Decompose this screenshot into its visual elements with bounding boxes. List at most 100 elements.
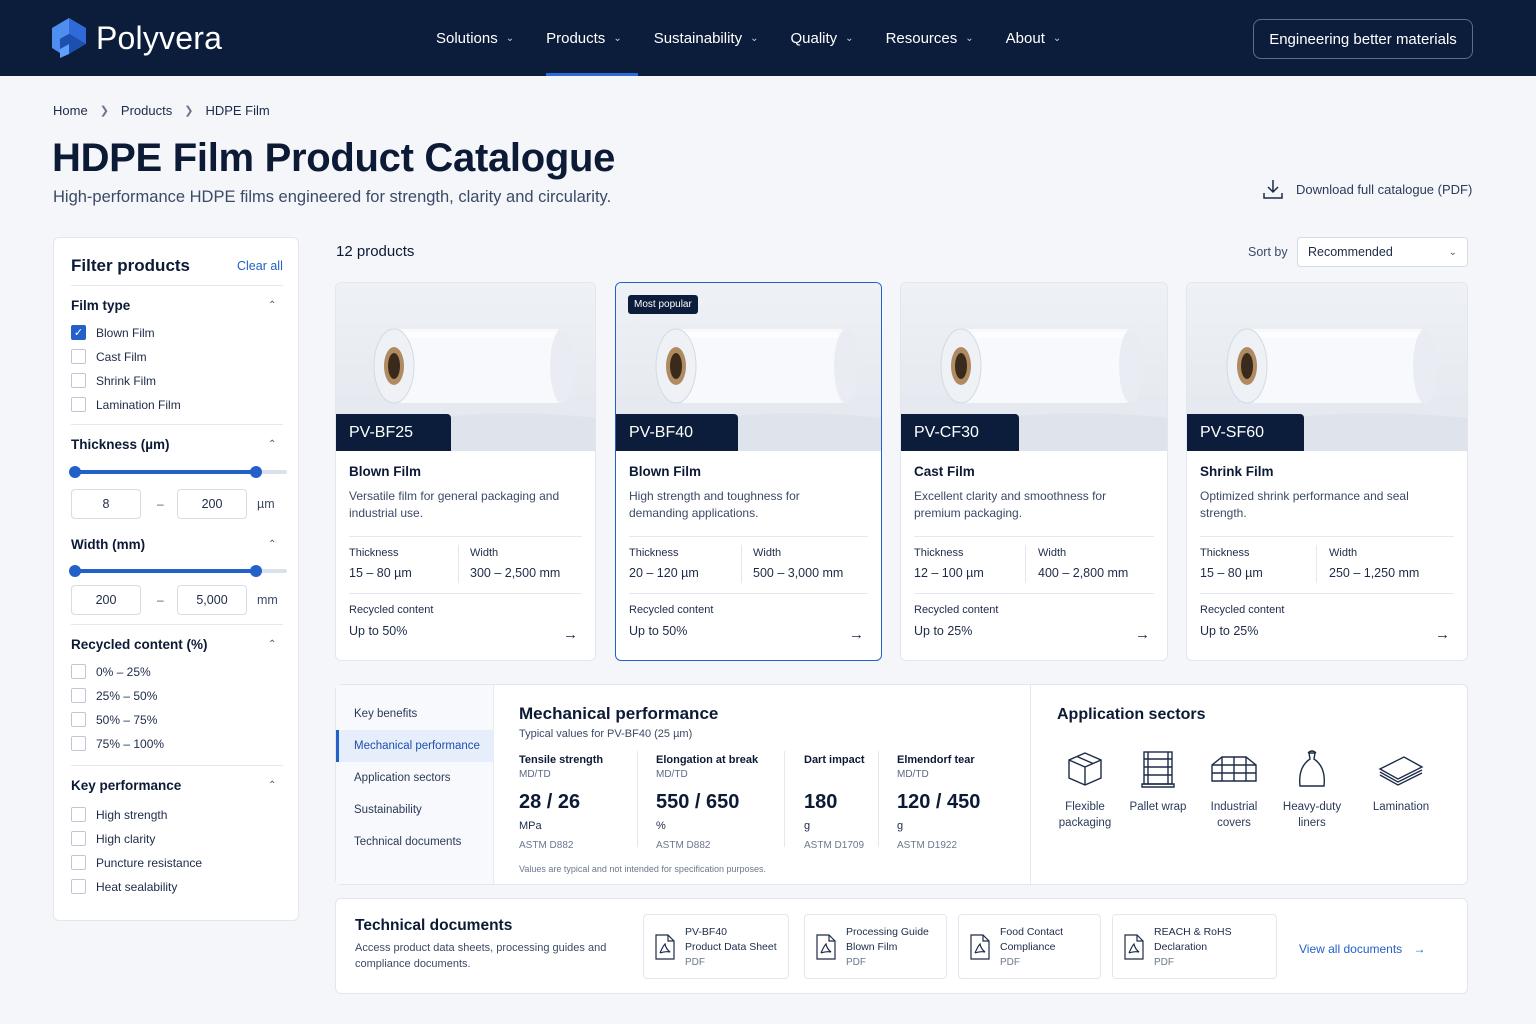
document-card[interactable]: Processing Guide Blown Film PDF <box>804 914 947 979</box>
film-type-option[interactable]: Shrink Film <box>71 373 156 388</box>
checkbox[interactable] <box>71 855 86 870</box>
pdf-file-icon <box>970 934 990 960</box>
product-name: Shrink Film <box>1200 464 1274 479</box>
sector-industrial-covers[interactable]: Industrial covers <box>1194 749 1274 831</box>
pdf-file-icon <box>655 934 675 960</box>
sort-label: Sort by <box>1248 245 1288 259</box>
film-type-heading[interactable]: Film type <box>71 298 130 313</box>
metric-name: Dart impact <box>804 754 865 766</box>
brand-logo[interactable]: Polyvera <box>52 18 222 58</box>
thickness-max-input[interactable]: 200 <box>177 489 247 519</box>
checkbox[interactable] <box>71 712 86 727</box>
divider <box>71 624 283 625</box>
width-max-input[interactable]: 5,000 <box>177 585 247 615</box>
checkbox[interactable] <box>71 879 86 894</box>
tab-mechanical-performance[interactable]: Mechanical performance <box>336 730 494 762</box>
chevron-up-icon[interactable]: ⌃ <box>268 539 276 550</box>
range-dash: – <box>157 593 164 607</box>
checkbox[interactable] <box>71 736 86 751</box>
view-all-documents-link[interactable]: View all documents → <box>1299 942 1426 956</box>
performance-heading[interactable]: Key performance <box>71 778 181 793</box>
width-min-input[interactable]: 200 <box>71 585 141 615</box>
performance-option[interactable]: Puncture resistance <box>71 855 202 870</box>
sector-pallet-wrap[interactable]: Pallet wrap <box>1118 749 1198 815</box>
tab-application-sectors[interactable]: Application sectors <box>336 762 494 794</box>
divider <box>637 751 638 847</box>
slider-fill <box>74 470 257 474</box>
nav-about[interactable]: About ⌄ <box>990 0 1078 76</box>
product-card[interactable]: PV-CF30 Cast Film Excellent clarity and … <box>900 282 1168 661</box>
arrow-right-icon[interactable]: → <box>1435 626 1450 643</box>
checkbox[interactable] <box>71 349 86 364</box>
checkbox[interactable] <box>71 373 86 388</box>
document-card[interactable]: PV-BF40 Product Data Sheet PDF <box>643 914 789 979</box>
checkbox[interactable] <box>71 831 86 846</box>
performance-option[interactable]: Heat sealability <box>71 879 177 894</box>
sector-heavy-duty-liners[interactable]: Heavy-duty liners <box>1272 749 1352 831</box>
tab-key-benefits[interactable]: Key benefits <box>336 698 494 730</box>
cta-button[interactable]: Engineering better materials <box>1253 19 1473 59</box>
slider-max-handle[interactable] <box>250 565 262 577</box>
arrow-right-icon[interactable]: → <box>563 626 578 643</box>
metric-dart-impact: Dart impact 180 g ASTM D1709 <box>804 754 865 851</box>
clear-all-button[interactable]: Clear all <box>237 259 283 273</box>
download-catalogue-link[interactable]: Download full catalogue (PDF) <box>1262 178 1472 200</box>
checkbox[interactable] <box>71 664 86 679</box>
slider-max-handle[interactable] <box>250 466 262 478</box>
nav-solutions[interactable]: Solutions ⌄ <box>420 0 530 76</box>
sector-lamination[interactable]: Lamination <box>1361 749 1441 815</box>
performance-option[interactable]: High strength <box>71 807 167 822</box>
document-card[interactable]: REACH & RoHS Declaration PDF <box>1112 914 1277 979</box>
product-card[interactable]: Most popular PV-BF40 Blown Film High str… <box>615 282 882 661</box>
checkbox[interactable] <box>71 397 86 412</box>
slider-min-handle[interactable] <box>69 565 81 577</box>
sector-flexible-packaging[interactable]: Flexible packaging <box>1045 749 1125 831</box>
recycled-option[interactable]: 25% – 50% <box>71 688 157 703</box>
film-type-option[interactable]: ✓ Blown Film <box>71 325 155 340</box>
film-type-option[interactable]: Cast Film <box>71 349 147 364</box>
width-range-slider[interactable] <box>69 565 287 577</box>
recycled-heading[interactable]: Recycled content (%) <box>71 637 208 652</box>
thickness-range-slider[interactable] <box>69 466 287 478</box>
width-heading[interactable]: Width (mm) <box>71 537 145 552</box>
nav-resources[interactable]: Resources ⌄ <box>870 0 990 76</box>
width-value: 500 – 3,000 mm <box>753 566 844 580</box>
checkbox-checked-icon[interactable]: ✓ <box>71 325 86 340</box>
tab-sustainability[interactable]: Sustainability <box>336 794 494 826</box>
thickness-label: Thickness <box>349 547 399 559</box>
chevron-up-icon[interactable]: ⌃ <box>268 780 276 791</box>
breadcrumb-home[interactable]: Home <box>53 103 88 118</box>
nav-sustainability[interactable]: Sustainability ⌄ <box>638 0 775 76</box>
sort-select[interactable]: Recommended ⌄ <box>1297 237 1468 267</box>
checkbox[interactable] <box>71 688 86 703</box>
recycled-option[interactable]: 0% – 25% <box>71 664 151 679</box>
breadcrumb-products[interactable]: Products <box>121 103 172 118</box>
product-card[interactable]: PV-BF25 Blown Film Versatile film for ge… <box>335 282 596 661</box>
divider <box>878 751 879 847</box>
slider-min-handle[interactable] <box>69 466 81 478</box>
nav-products[interactable]: Products ⌄ <box>530 0 638 76</box>
metric-name: Elongation at break <box>656 754 759 766</box>
sector-label: Flexible packaging <box>1058 801 1112 829</box>
film-type-option[interactable]: Lamination Film <box>71 397 181 412</box>
chevron-down-icon: ⌄ <box>845 32 854 44</box>
sector-label: Lamination <box>1372 801 1430 813</box>
document-card[interactable]: Food Contact Compliance PDF <box>958 914 1101 979</box>
metric-standard: ASTM D882 <box>656 840 711 851</box>
product-card[interactable]: PV-SF60 Shrink Film Optimized shrink per… <box>1186 282 1468 661</box>
arrow-right-icon[interactable]: → <box>849 626 864 643</box>
recycled-option[interactable]: 75% – 100% <box>71 736 164 751</box>
arrow-right-icon[interactable]: → <box>1135 626 1150 643</box>
nav-quality[interactable]: Quality ⌄ <box>774 0 869 76</box>
performance-option[interactable]: High clarity <box>71 831 155 846</box>
chevron-up-icon[interactable]: ⌃ <box>268 639 276 650</box>
tab-technical-documents[interactable]: Technical documents <box>336 826 494 858</box>
thickness-heading[interactable]: Thickness (µm) <box>71 437 170 452</box>
chevron-up-icon[interactable]: ⌃ <box>268 300 276 311</box>
chevron-down-icon: ⌄ <box>750 32 759 44</box>
chevron-up-icon[interactable]: ⌃ <box>268 439 276 450</box>
metric-value: 120 / 450 <box>897 791 981 813</box>
checkbox[interactable] <box>71 807 86 822</box>
recycled-option[interactable]: 50% – 75% <box>71 712 157 727</box>
thickness-min-input[interactable]: 8 <box>71 489 141 519</box>
